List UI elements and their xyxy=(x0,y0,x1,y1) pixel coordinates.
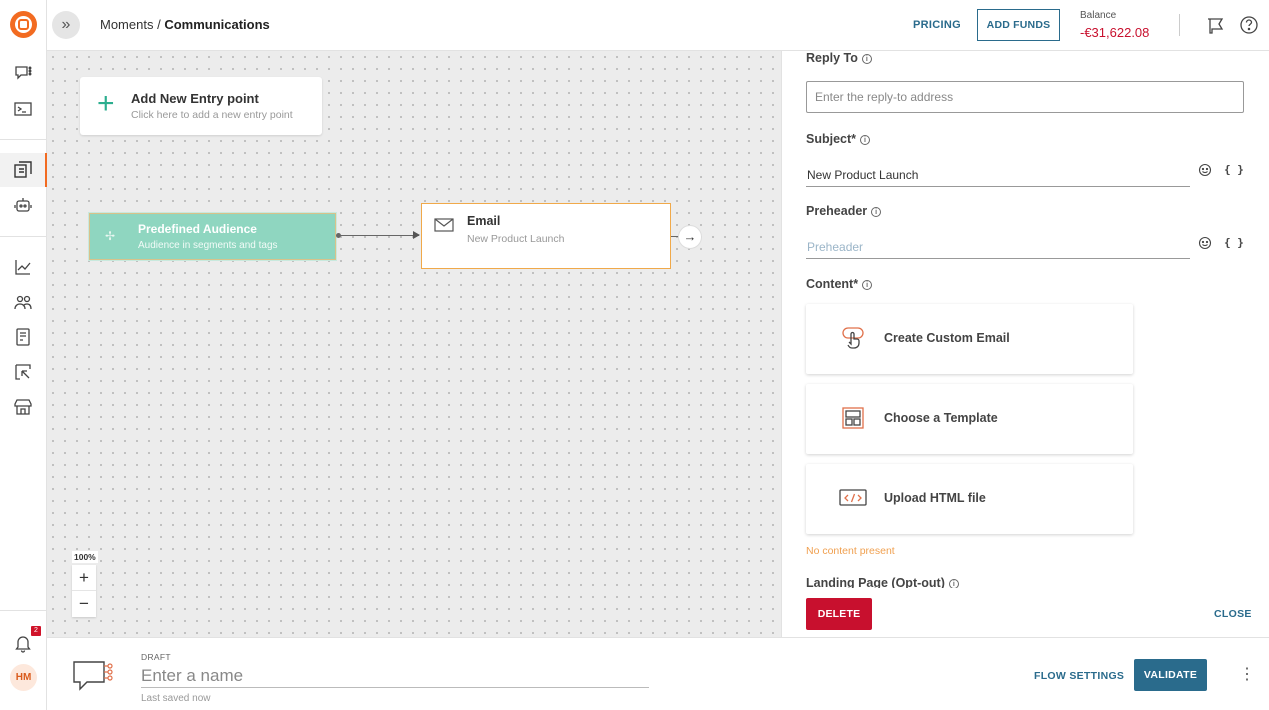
more-options-icon[interactable]: ⋮ xyxy=(1239,665,1255,685)
personalization-braces-button[interactable]: { } xyxy=(1224,236,1244,249)
flows-icon[interactable] xyxy=(11,158,35,182)
content-label: Content* i xyxy=(806,277,873,291)
choose-template-card[interactable]: Choose a Template xyxy=(806,384,1133,454)
brand-logo-icon[interactable] xyxy=(10,11,37,38)
breadcrumb-separator: / xyxy=(153,17,165,32)
info-icon[interactable]: i xyxy=(860,135,871,145)
info-icon[interactable]: i xyxy=(871,207,882,217)
zoom-level: 100% xyxy=(72,551,98,563)
avatar[interactable]: HM xyxy=(10,664,37,691)
plus-icon: + xyxy=(97,87,115,120)
analytics-icon[interactable] xyxy=(11,255,35,279)
breadcrumb-current: Communications xyxy=(164,17,270,32)
add-funds-button[interactable]: ADD FUNDS xyxy=(977,9,1060,41)
balance-value: -€31,622.08 xyxy=(1080,25,1150,40)
terminal-icon[interactable] xyxy=(11,97,35,121)
announcement-icon[interactable] xyxy=(1205,15,1225,35)
email-node-subtitle: New Product Launch xyxy=(467,233,565,245)
entry-point-subtitle: Click here to add a new entry point xyxy=(131,109,293,121)
store-icon[interactable] xyxy=(11,395,35,419)
bot-icon[interactable] xyxy=(11,193,35,217)
add-next-step-arrow-icon[interactable]: → xyxy=(678,225,702,249)
delete-button[interactable]: DELETE xyxy=(806,598,872,630)
help-icon[interactable] xyxy=(1239,15,1259,35)
emoji-icon[interactable] xyxy=(1198,163,1212,177)
audience-icon: ✢ xyxy=(105,229,116,243)
breadcrumb-parent[interactable]: Moments xyxy=(100,17,153,32)
preheader-input[interactable] xyxy=(806,235,1190,259)
notification-count-badge: 2 xyxy=(31,626,41,636)
panel-footer: DELETE CLOSE xyxy=(782,588,1269,637)
left-rail: 2 HM xyxy=(0,0,47,710)
book-icon[interactable] xyxy=(11,325,35,349)
content-option-label: Choose a Template xyxy=(884,411,998,425)
content-option-label: Create Custom Email xyxy=(884,331,1010,345)
subject-input[interactable] xyxy=(806,163,1190,187)
preheader-label: Preheader i xyxy=(806,204,882,218)
predefined-audience-node[interactable]: ✢ Predefined Audience Audience in segmen… xyxy=(88,212,337,261)
entry-point-title: Add New Entry point xyxy=(131,91,259,106)
envelope-icon xyxy=(434,218,454,232)
upload-html-card[interactable]: Upload HTML file xyxy=(806,464,1133,534)
subject-label: Subject* i xyxy=(806,132,871,146)
flow-settings-button[interactable]: FLOW SETTINGS xyxy=(1034,670,1124,682)
add-entry-point-card[interactable]: + Add New Entry point Click here to add … xyxy=(80,77,322,135)
audience-node-subtitle: Audience in segments and tags xyxy=(138,240,278,251)
flow-chat-icon xyxy=(73,661,113,691)
close-button[interactable]: CLOSE xyxy=(1214,608,1252,620)
create-custom-email-card[interactable]: Create Custom Email xyxy=(806,304,1133,374)
custom-email-icon xyxy=(842,327,864,349)
reply-to-label: Reply To i xyxy=(806,51,872,65)
flow-name-input[interactable] xyxy=(141,664,649,688)
zoom-controls: + − xyxy=(72,565,96,617)
last-saved-label: Last saved now xyxy=(141,693,211,704)
connector-arrowhead xyxy=(413,231,420,239)
zoom-in-button[interactable]: + xyxy=(72,565,96,591)
audience-node-title: Predefined Audience xyxy=(138,222,257,236)
validate-button[interactable]: VALIDATE xyxy=(1134,659,1207,691)
header-divider xyxy=(1179,14,1180,36)
template-icon xyxy=(842,407,864,429)
email-settings-panel: Reply Toi Subject*i { } Preheaderi { } C… xyxy=(781,51,1269,637)
info-icon[interactable]: i xyxy=(861,54,872,64)
breadcrumb: Moments / Communications xyxy=(100,17,270,32)
personalization-braces-button[interactable]: { } xyxy=(1224,163,1244,176)
zoom-out-button[interactable]: − xyxy=(72,591,96,617)
pricing-link[interactable]: PRICING xyxy=(913,19,961,31)
flow-canvas[interactable]: + Add New Entry point Click here to add … xyxy=(47,51,781,637)
export-icon[interactable] xyxy=(11,360,35,384)
chat-icon[interactable] xyxy=(11,61,35,85)
reply-to-input[interactable] xyxy=(806,81,1244,113)
html-file-icon xyxy=(839,489,867,506)
bottom-bar: DRAFT Last saved now FLOW SETTINGS VALID… xyxy=(47,637,1269,710)
draft-status-label: DRAFT xyxy=(141,652,171,662)
emoji-icon[interactable] xyxy=(1198,236,1212,250)
info-icon[interactable]: i xyxy=(862,280,873,290)
content-option-label: Upload HTML file xyxy=(884,491,986,505)
no-content-warning: No content present xyxy=(806,545,895,557)
node-connector xyxy=(337,235,419,236)
email-node-title: Email xyxy=(467,214,501,228)
expand-sidebar-button[interactable]: » xyxy=(52,11,80,39)
top-header: » Moments / Communications PRICING ADD F… xyxy=(47,0,1269,51)
balance-label: Balance xyxy=(1080,10,1117,21)
people-icon[interactable] xyxy=(11,290,35,314)
email-node[interactable]: Email New Product Launch xyxy=(421,203,671,269)
